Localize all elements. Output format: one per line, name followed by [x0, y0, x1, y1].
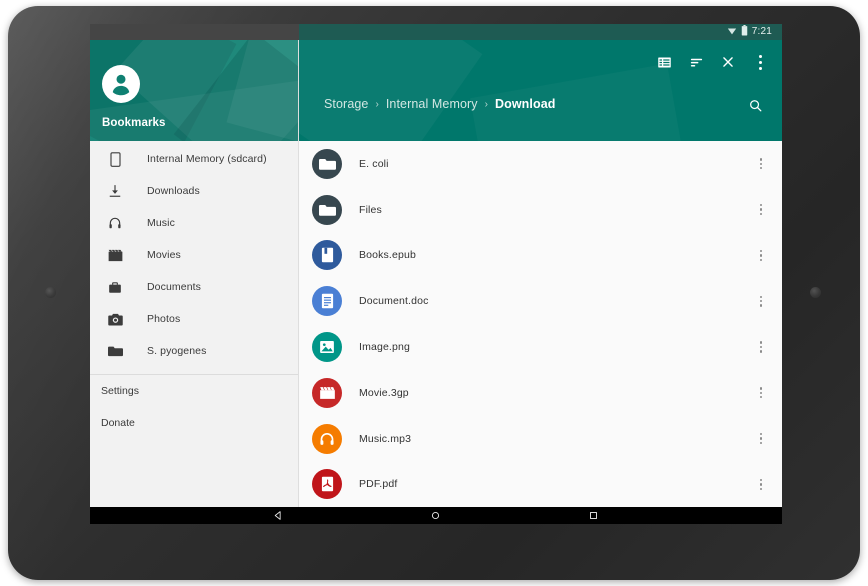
overflow-menu-icon[interactable] — [748, 378, 774, 408]
overflow-menu-icon[interactable] — [748, 286, 774, 316]
file-name: Music.mp3 — [359, 432, 412, 445]
back-button[interactable] — [266, 507, 292, 524]
file-list: E. coli Files Books.epub Document.doc Im… — [299, 141, 782, 507]
movie-clapper-icon — [104, 249, 126, 262]
overflow-menu-icon[interactable] — [748, 469, 774, 499]
home-button[interactable] — [423, 507, 449, 524]
sidebar-item-label: Music — [147, 217, 175, 229]
breadcrumb-separator: › — [484, 98, 488, 110]
toolbar-shape-1 — [299, 40, 483, 141]
movie-clapper-icon — [312, 377, 342, 408]
sidebar-item-s-pyogenes[interactable]: S. pyogenes — [90, 335, 298, 367]
table-row[interactable]: E. coli — [299, 141, 782, 187]
book-icon — [312, 240, 342, 271]
bezel-dot-left — [45, 287, 56, 298]
sidebar-item-label: Photos — [147, 313, 181, 325]
android-nav-bar — [90, 507, 782, 524]
sidebar-item-photos[interactable]: Photos — [90, 303, 298, 335]
status-bar-clock: 7:21 — [751, 26, 772, 37]
drawer-account-name: Bookmarks — [102, 117, 166, 129]
sidebar-item-label: Donate — [101, 417, 135, 429]
folder-icon — [312, 148, 342, 179]
sidebar-item-label: Documents — [147, 281, 202, 293]
battery-icon — [741, 24, 748, 41]
avatar[interactable] — [102, 65, 140, 103]
bezel-dot-right — [810, 287, 821, 298]
toolbar-actions — [648, 46, 776, 78]
overflow-menu-icon[interactable] — [748, 240, 774, 270]
table-row[interactable]: Movie.3gp — [299, 370, 782, 416]
file-name: Document.doc — [359, 295, 429, 308]
overflow-menu-icon[interactable] — [748, 332, 774, 362]
drawer-header: Bookmarks — [90, 40, 298, 141]
table-row[interactable]: Image.png — [299, 324, 782, 370]
status-bar: 7:21 — [90, 24, 782, 40]
download-icon — [104, 184, 126, 198]
table-row[interactable]: Files — [299, 187, 782, 233]
table-row[interactable]: Document.doc — [299, 278, 782, 324]
pdf-icon — [312, 469, 342, 500]
sidebar-item-label: Downloads — [147, 185, 200, 197]
folder-icon — [312, 194, 342, 225]
file-name: PDF.pdf — [359, 478, 398, 491]
folder-icon — [104, 345, 126, 357]
account-circle-icon — [112, 74, 130, 96]
sidebar-item-label: Internal Memory (sdcard) — [147, 153, 267, 165]
wifi-icon — [727, 24, 737, 41]
file-name: Movie.3gp — [359, 386, 409, 399]
briefcase-icon — [104, 281, 126, 294]
close-icon[interactable] — [712, 46, 744, 78]
sidebar-item-label: S. pyogenes — [147, 345, 207, 357]
breadcrumb-item-internal-memory[interactable]: Internal Memory — [386, 97, 478, 111]
app-toolbar: Storage › Internal Memory › Download — [299, 40, 782, 141]
sidebar-item-music[interactable]: Music — [90, 207, 298, 239]
phone-android-icon — [104, 151, 126, 167]
sidebar-item-downloads[interactable]: Downloads — [90, 175, 298, 207]
headphones-icon — [104, 216, 126, 230]
drawer-item-list: Internal Memory (sdcard) Downloads Music… — [90, 141, 298, 439]
document-icon — [312, 286, 342, 317]
breadcrumb: Storage › Internal Memory › Download — [324, 97, 556, 111]
tablet-frame: 7:21 Bookmarks Internal Memory (sdcard) … — [8, 6, 860, 580]
table-row[interactable]: Music.mp3 — [299, 416, 782, 462]
sidebar-item-movies[interactable]: Movies — [90, 239, 298, 271]
device-screen: 7:21 Bookmarks Internal Memory (sdcard) … — [90, 24, 782, 524]
main-content: Storage › Internal Memory › Download E. … — [299, 40, 782, 507]
sidebar-item-label: Settings — [101, 385, 139, 397]
sidebar-item-documents[interactable]: Documents — [90, 271, 298, 303]
sidebar-item-internal-memory[interactable]: Internal Memory (sdcard) — [90, 143, 298, 175]
overflow-menu-icon[interactable] — [748, 424, 774, 454]
navigation-drawer: Bookmarks Internal Memory (sdcard) Downl… — [90, 40, 299, 507]
camera-icon — [104, 313, 126, 326]
view-list-icon[interactable] — [648, 46, 680, 78]
headphones-icon — [312, 423, 342, 454]
status-bar-icons: 7:21 — [727, 24, 772, 41]
app-body: Bookmarks Internal Memory (sdcard) Downl… — [90, 40, 782, 507]
file-name: E. coli — [359, 157, 389, 170]
sidebar-item-donate[interactable]: Donate — [90, 407, 298, 439]
table-row[interactable]: PDF.pdf — [299, 462, 782, 507]
breadcrumb-separator: › — [375, 98, 379, 110]
image-icon — [312, 332, 342, 363]
overflow-menu-icon[interactable] — [748, 149, 774, 179]
file-name: Files — [359, 203, 382, 216]
sort-icon[interactable] — [680, 46, 712, 78]
breadcrumb-item-download[interactable]: Download — [495, 97, 556, 111]
search-icon[interactable] — [742, 92, 768, 118]
overflow-menu-icon[interactable] — [744, 46, 776, 78]
sidebar-item-settings[interactable]: Settings — [90, 375, 298, 407]
table-row[interactable]: Books.epub — [299, 233, 782, 279]
breadcrumb-item-storage[interactable]: Storage — [324, 97, 368, 111]
file-name: Image.png — [359, 341, 410, 354]
recents-button[interactable] — [580, 507, 606, 524]
sidebar-item-label: Movies — [147, 249, 181, 261]
file-name: Books.epub — [359, 249, 416, 262]
overflow-menu-icon[interactable] — [748, 195, 774, 225]
